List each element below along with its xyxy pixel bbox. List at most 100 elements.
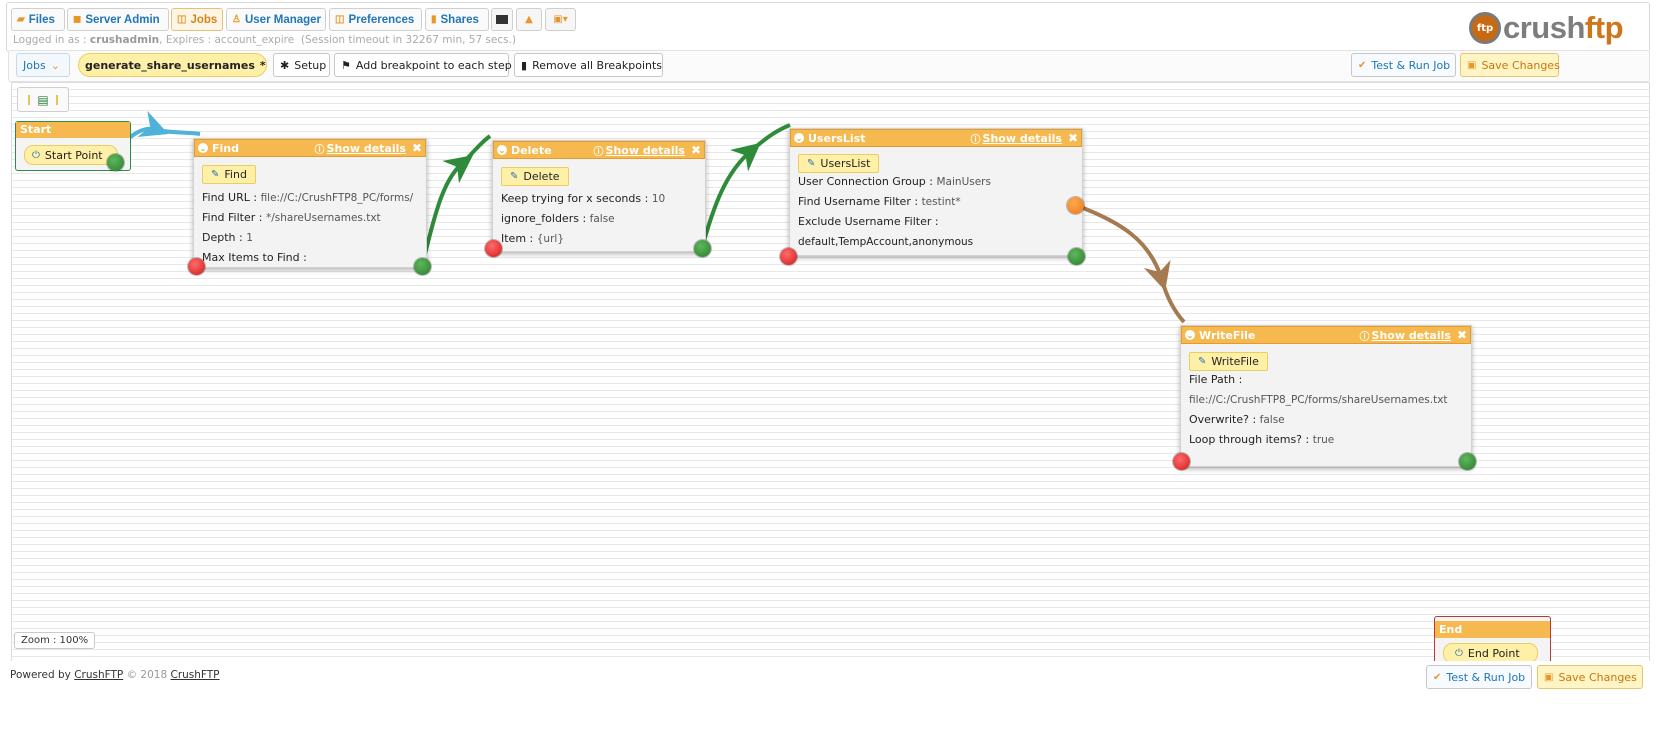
step-edit-button[interactable]: ✎ UsersList <box>798 154 880 173</box>
gear-icon: ✱ <box>280 58 290 72</box>
step-edit-button[interactable]: ✎ WriteFile <box>1189 352 1268 371</box>
start-success-connector-dot[interactable] <box>107 154 124 171</box>
footer-test-run-job-button[interactable]: ✔ Test & Run Job <box>1426 665 1532 689</box>
field-max-items: Max Items to Find : <box>202 251 307 264</box>
logo-icon: ftp <box>1469 12 1501 44</box>
info-icon: ⓘ <box>314 144 325 156</box>
folder-icon: ▰ <box>17 14 25 25</box>
show-details-link[interactable]: Show details <box>1372 329 1451 342</box>
delete-fail-connector-dot[interactable] <box>485 240 502 257</box>
save-changes-button[interactable]: ▣ Save Changes <box>1460 53 1560 77</box>
tab-preferences[interactable]: ◫ Preferences <box>329 8 422 31</box>
save-icon: ▣ <box>1544 671 1554 683</box>
userslist-success-connector-dot[interactable] <box>1068 248 1085 265</box>
info-icon: ⓘ <box>593 146 604 158</box>
pencil-icon: ✎ <box>211 169 220 180</box>
terminal-icon <box>496 15 508 24</box>
show-details-link[interactable]: Show details <box>327 142 406 155</box>
zoom-indicator: Zoom : 100% <box>14 632 96 649</box>
delete-node[interactable]: ⌄ Delete ⓘ Show details ✖ ✎ Delete Keep t… <box>492 140 706 252</box>
collapse-icon[interactable]: ⌄ <box>1185 330 1195 340</box>
userslist-branch-connector-dot[interactable] <box>1067 197 1084 214</box>
top-bar: ▰ Files ◼ Server Admin ◫ Jobs ♙ User Manager… <box>6 2 1650 52</box>
trash-icon: ▮ <box>521 58 528 72</box>
flag-icon: ⚑ <box>341 58 351 72</box>
setup-button[interactable]: ✱ Setup <box>273 53 330 77</box>
field-exclude-username-filter: Exclude Username Filter : <box>798 215 939 228</box>
crushftp-home-link[interactable]: CrushFTP <box>170 669 219 681</box>
pencil-icon: ✎ <box>807 158 816 169</box>
collapse-icon[interactable]: ⌄ <box>497 145 507 155</box>
power-icon: ⏻ <box>32 149 40 161</box>
tab-jobs[interactable]: ◫ Jobs <box>171 8 223 31</box>
field-find-username-filter: Find Username Filter : testint* <box>798 195 961 208</box>
close-icon[interactable]: ✖ <box>1068 131 1078 145</box>
tab-files[interactable]: ▰ Files <box>11 8 65 31</box>
add-breakpoint-button[interactable]: ⚑ Add breakpoint to each step <box>334 53 512 77</box>
userslist-fail-connector-dot[interactable] <box>780 248 797 265</box>
lock-button[interactable]: ▲ <box>516 8 542 31</box>
job-toolbar: Jobs ⌄ generate_share_usernames * ✱ Setup ⚑… <box>8 50 1650 82</box>
footer-save-changes-button[interactable]: ▣ Save Changes <box>1537 665 1643 689</box>
field-item: Item : {url} <box>501 232 564 245</box>
writefile-node[interactable]: ⌄ WriteFile ⓘ Show details ✖ ✎ WriteFile … <box>1180 325 1472 467</box>
field-find-url: Find URL : file://C:/CrushFTP8_PC/forms/ <box>202 191 414 204</box>
start-point[interactable]: ⏻ Start Point <box>24 145 118 165</box>
step-edit-button[interactable]: ✎ Find <box>202 165 256 184</box>
field-find-filter: Find Filter : */shareUsernames.txt <box>202 211 381 224</box>
check-circle-icon: ✔ <box>1358 59 1367 71</box>
session-info: Logged in as : crushadmin, Expires : acc… <box>13 34 517 46</box>
close-icon[interactable]: ✖ <box>412 141 422 155</box>
tab-shares[interactable]: ▮ Shares <box>425 8 489 31</box>
save-icon: ▣ <box>1467 59 1477 71</box>
shares-icon: ▮ <box>431 14 437 25</box>
jobs-dropdown[interactable]: Jobs ⌄ <box>16 53 70 77</box>
find-success-connector-dot[interactable] <box>414 258 431 275</box>
remove-breakpoints-button[interactable]: ▮ Remove all Breakpoints <box>514 53 663 77</box>
field-file-path: File Path : <box>1189 373 1243 386</box>
info-icon: ⓘ <box>1359 331 1370 343</box>
user-icon: ♙ <box>232 14 241 25</box>
field-ignore-folders: ignore_folders : false <box>501 212 615 225</box>
info-icon: ⓘ <box>970 134 981 146</box>
collapse-icon[interactable]: ⌄ <box>198 143 208 153</box>
power-icon: ⏻ <box>1455 647 1463 659</box>
writefile-fail-connector-dot[interactable] <box>1173 453 1190 470</box>
userslist-node[interactable]: ⌄ UsersList ⓘ Show details ✖ ✎ UsersList … <box>789 128 1083 256</box>
show-details-link[interactable]: Show details <box>606 144 685 157</box>
server-icon: ◼ <box>73 14 82 25</box>
jobs-icon: ◫ <box>177 14 187 25</box>
crushftp-link[interactable]: CrushFTP <box>74 669 123 681</box>
end-point[interactable]: ⏻ End Point <box>1443 643 1538 663</box>
pencil-icon: ✎ <box>510 171 519 182</box>
find-node[interactable]: ⌄ Find ⓘ Show details ✖ ✎ Find Find URL :… <box>193 138 427 268</box>
find-fail-connector-dot[interactable] <box>188 258 205 275</box>
step-edit-button[interactable]: ✎ Delete <box>501 167 569 186</box>
field-overwrite: Overwrite? : false <box>1189 413 1285 426</box>
close-icon[interactable]: ✖ <box>1457 328 1467 342</box>
show-details-link[interactable]: Show details <box>983 132 1062 145</box>
field-file-path-value: file://C:/CrushFTP8_PC/forms/shareUserna… <box>1189 394 1448 406</box>
delete-success-connector-dot[interactable] <box>694 240 711 257</box>
tab-user-manager[interactable]: ♙ User Manager <box>226 8 326 31</box>
add-step-icon[interactable]: ▤ <box>37 93 48 107</box>
field-keep-trying: Keep trying for x seconds : 10 <box>501 192 666 205</box>
pencil-icon: ✎ <box>1198 356 1207 367</box>
job-name-pill[interactable]: generate_share_usernames * <box>78 53 267 77</box>
tab-server-admin[interactable]: ◼ Server Admin <box>67 8 169 31</box>
footer: Powered by CrushFTP © 2018 CrushFTP ✔ Tes… <box>0 661 1659 689</box>
lock-icon: ▲ <box>525 14 533 25</box>
more-menu-button[interactable]: ▣▾ <box>545 8 576 31</box>
preferences-icon: ◫ <box>335 14 345 25</box>
test-run-job-button[interactable]: ✔ Test & Run Job <box>1351 53 1456 77</box>
field-exclude-username-value: default,TempAccount,anonymous <box>798 236 974 248</box>
field-user-connection-group: User Connection Group : MainUsers <box>798 175 991 188</box>
crushftp-logo: ftp crushftp <box>1469 7 1641 49</box>
collapse-icon[interactable]: ⌄ <box>794 133 804 143</box>
chevron-down-icon: ⌄ <box>50 58 60 72</box>
console-button[interactable] <box>491 8 513 31</box>
field-loop-through-items: Loop through items? : true <box>1189 433 1335 446</box>
writefile-success-connector-dot[interactable] <box>1459 453 1476 470</box>
menu-icon: ▣▾ <box>553 14 568 25</box>
close-icon[interactable]: ✖ <box>691 143 701 157</box>
